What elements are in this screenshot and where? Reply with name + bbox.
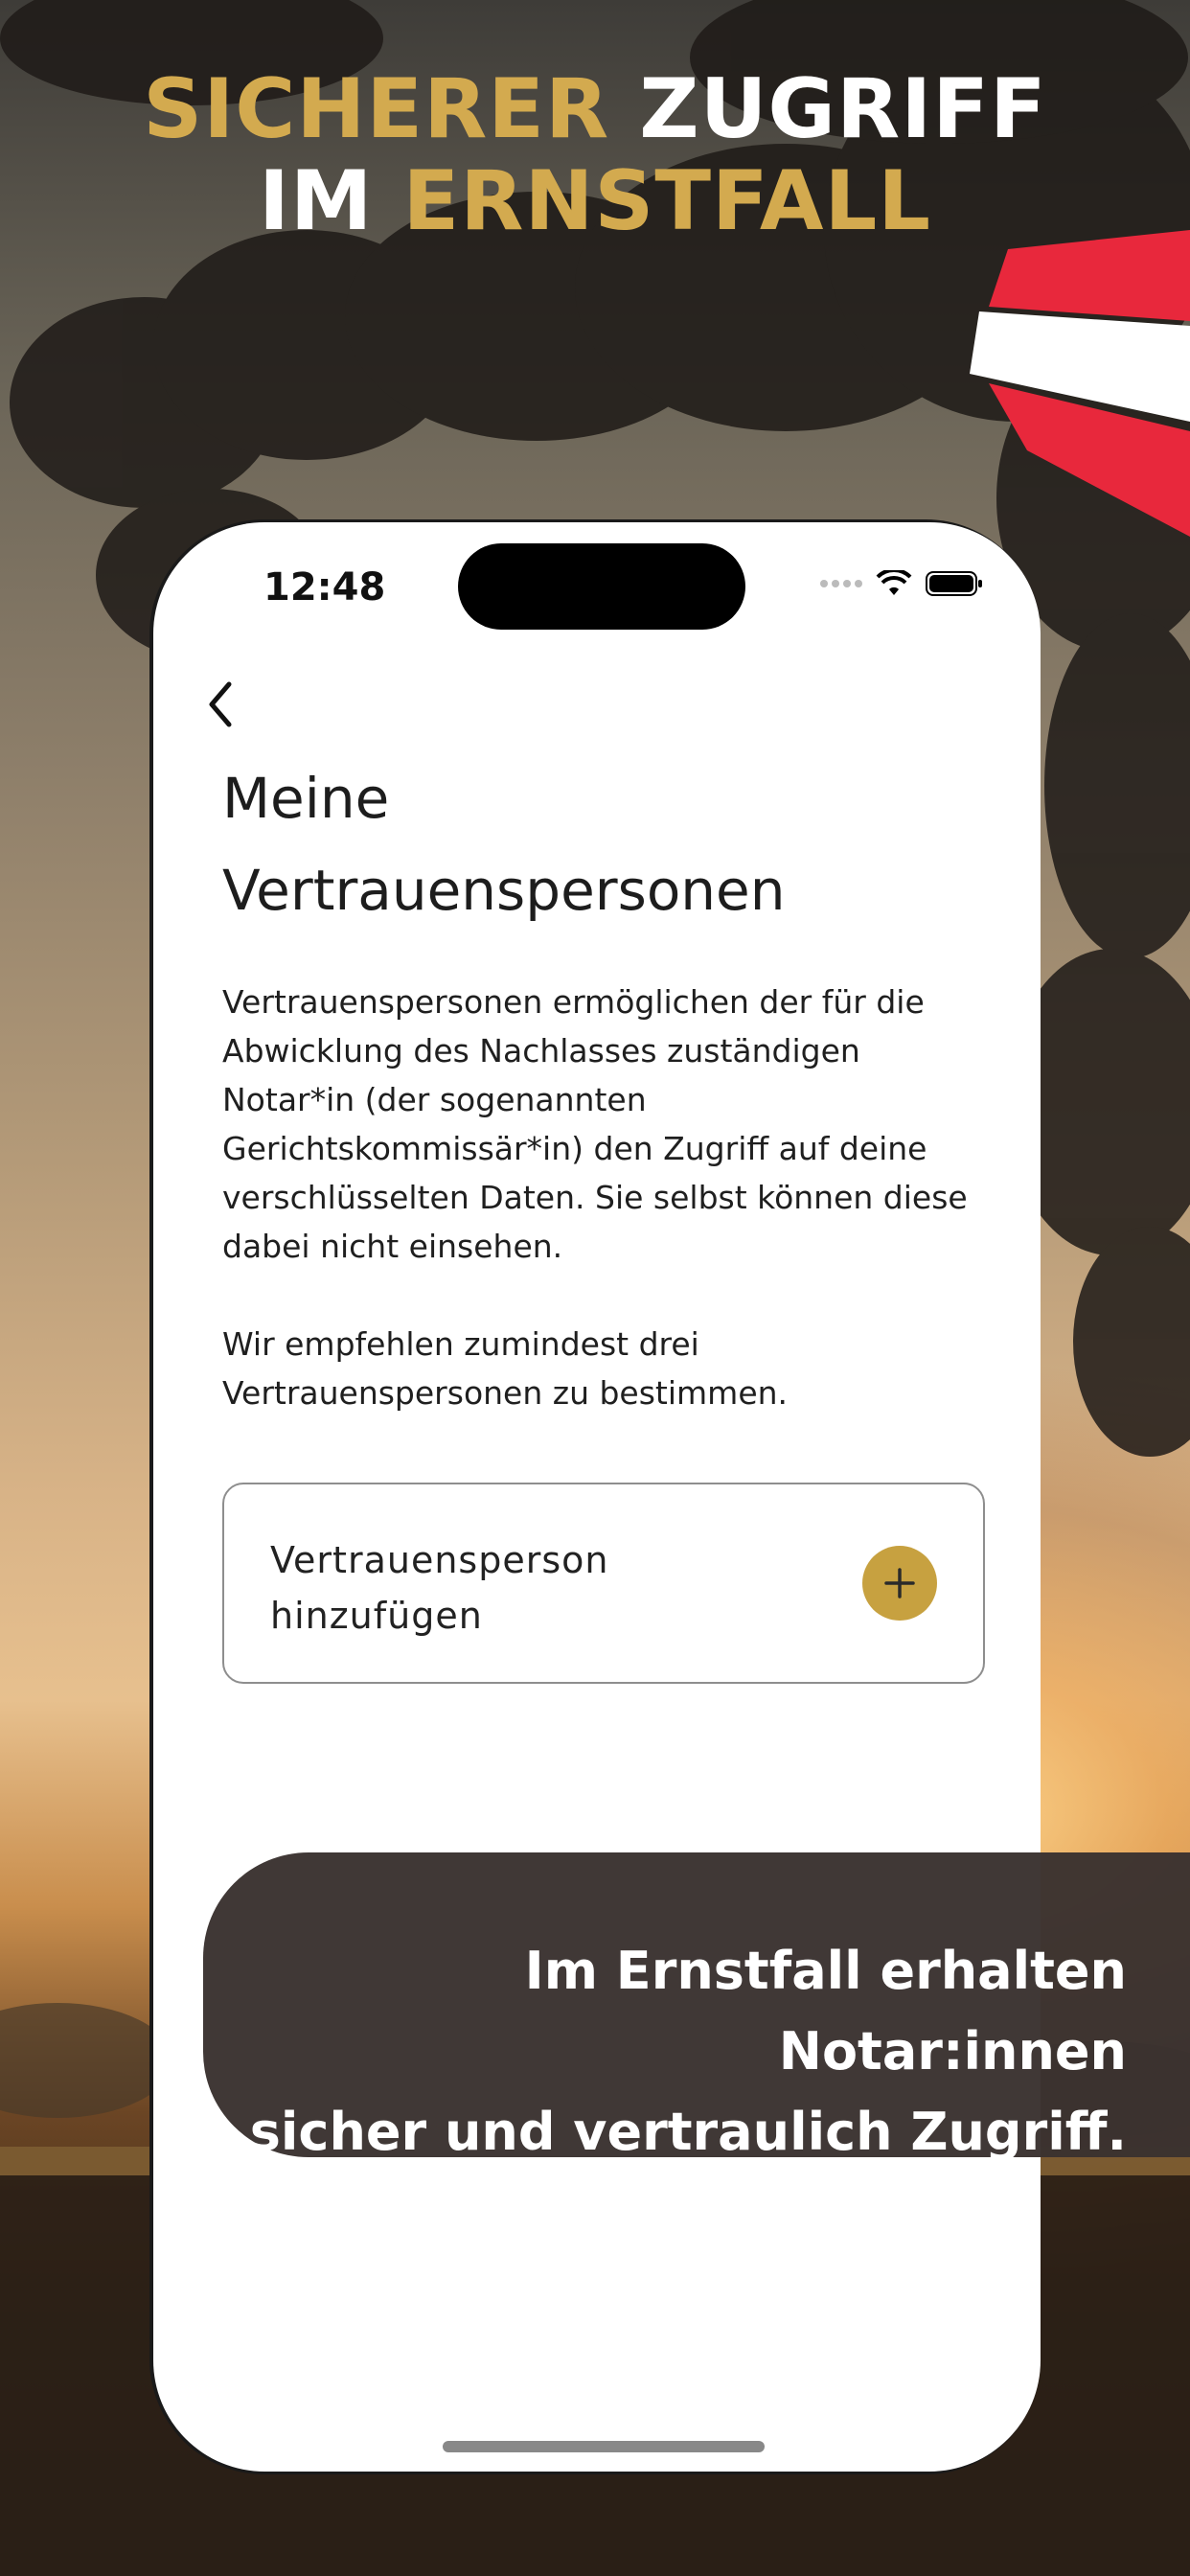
marketing-headline: SICHERER ZUGRIFF IM ERNSTFALL: [0, 63, 1190, 247]
austrian-flag-brushstroke: [970, 230, 1190, 537]
headline-line2-white: IM: [258, 153, 403, 249]
add-trusted-person-button[interactable]: [862, 1546, 937, 1621]
battery-icon: [926, 571, 982, 596]
plus-icon: [884, 1568, 915, 1598]
description-paragraph-2: Wir empfehlen zumindest drei Vertrauensp…: [222, 1325, 789, 1412]
add-trusted-person-card[interactable]: Vertrauensperson hinzufügen: [222, 1483, 985, 1684]
page-title: Meine Vertrauenspersonen: [222, 766, 786, 923]
headline-line2-gold: ERNSTFALL: [402, 153, 932, 249]
dynamic-island: [458, 543, 745, 630]
description-paragraph-1: Vertrauenspersonen ermöglichen der für d…: [222, 983, 968, 1265]
feature-banner-text: Im Ernstfall erhalten Notar:innen sicher…: [249, 1941, 1127, 2162]
back-button[interactable]: [192, 676, 249, 733]
headline-line1-white: ZUGRIFF: [609, 61, 1047, 157]
phone-screen: 12:48 Meine Vertrauenspersonen Vertrauen…: [153, 522, 1041, 2472]
wifi-icon: [876, 570, 912, 595]
home-indicator: [443, 2441, 765, 2452]
status-icons: [820, 570, 983, 597]
status-time: 12:48: [263, 565, 386, 610]
back-chevron-icon: [209, 681, 232, 727]
page-description: Vertrauenspersonen ermöglichen der für d…: [222, 978, 989, 1466]
add-trusted-person-label: Vertrauensperson hinzufügen: [270, 1539, 609, 1637]
feature-banner: Im Ernstfall erhalten Notar:innen sicher…: [203, 1852, 1190, 2162]
signal-icon: [820, 580, 862, 587]
headline-line1-gold: SICHERER: [143, 61, 610, 157]
